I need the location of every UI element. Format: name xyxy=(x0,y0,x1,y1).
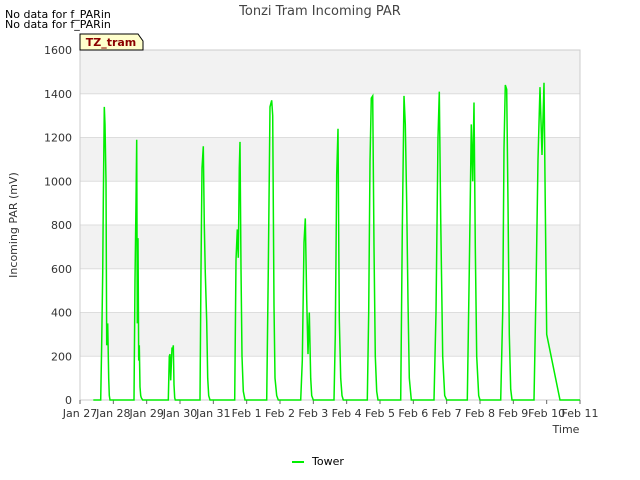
x-tick-label: Feb 3 xyxy=(298,407,328,420)
band xyxy=(80,225,580,269)
chart: 02004006008001000120014001600 Jan 27Jan … xyxy=(7,4,599,468)
x-tick-label: Feb 7 xyxy=(432,407,462,420)
y-tick-label: 1400 xyxy=(44,88,72,101)
x-tick-label: Jan 31 xyxy=(195,407,230,420)
y-axis-label: Incoming PAR (mV) xyxy=(7,172,20,278)
y-tick-label: 0 xyxy=(65,394,72,407)
y-tick-label: 800 xyxy=(51,219,72,232)
x-tick-label: Feb 9 xyxy=(498,407,528,420)
band xyxy=(80,137,580,182)
legend: Tower xyxy=(292,455,344,468)
x-tick-label: Feb 4 xyxy=(332,407,362,420)
band xyxy=(80,312,580,357)
x-tick-label: Feb 2 xyxy=(265,407,295,420)
x-tick-label: Feb 6 xyxy=(398,407,428,420)
x-tick-label: Feb 11 xyxy=(562,407,599,420)
chart-title: Tonzi Tram Incoming PAR xyxy=(238,4,401,19)
x-tick-label: Jan 27 xyxy=(62,407,97,420)
y-tick-label: 1000 xyxy=(44,175,72,188)
y-axis-ticks: 0 200 400 600 800 1000 1200 1400 1600 xyxy=(44,44,72,407)
y-tick-label: 1600 xyxy=(44,44,72,57)
y-tick-label: 1200 xyxy=(44,132,72,145)
x-axis-ticks: Jan 27Jan 28Jan 29Jan 30Jan 31 Feb 1 Feb 2… xyxy=(62,400,599,420)
badge-label: TZ_tram xyxy=(86,36,137,49)
x-tick-label: Feb 8 xyxy=(465,407,495,420)
y-tick-label: 400 xyxy=(51,307,72,320)
x-tick-label: Jan 28 xyxy=(95,407,130,420)
x-tick-label: Jan 29 xyxy=(128,407,163,420)
tz-tram-badge: TZ_tram xyxy=(79,33,144,51)
x-tick-label: Jan 30 xyxy=(162,407,197,420)
legend-label-tower: Tower xyxy=(311,455,344,468)
x-axis-label: Time xyxy=(552,423,580,436)
x-tick-label: Feb 10 xyxy=(528,407,565,420)
y-tick-label: 200 xyxy=(51,350,72,363)
y-tick-label: 600 xyxy=(51,263,72,276)
x-tick-label: Feb 1 xyxy=(232,407,262,420)
x-tick-label: Feb 5 xyxy=(365,407,395,420)
